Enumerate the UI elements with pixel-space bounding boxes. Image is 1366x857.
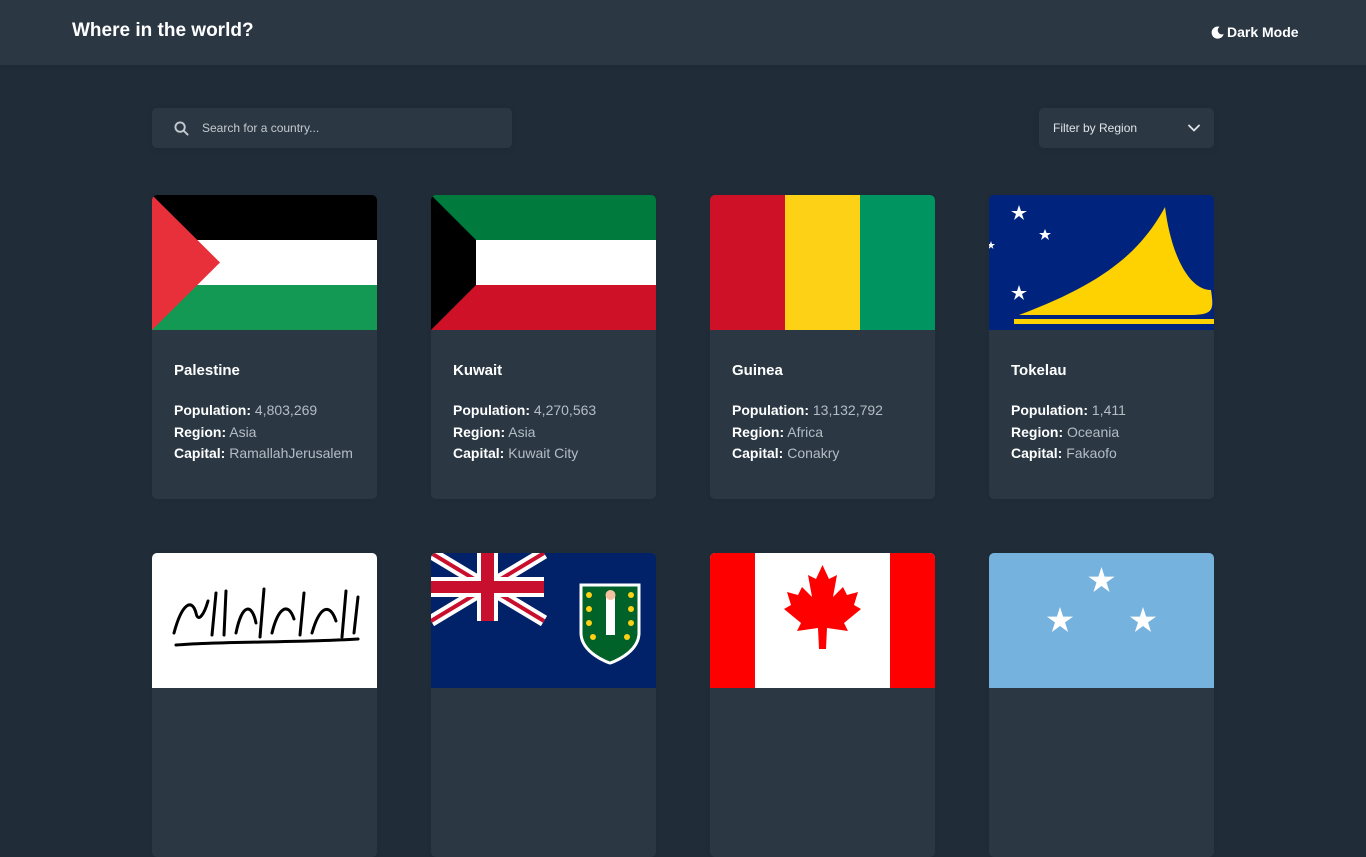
search-box: [152, 108, 512, 148]
kuwait-flag: [431, 195, 656, 330]
region-label: Region:: [174, 423, 227, 440]
capital-value: Conakry: [787, 445, 840, 461]
country-card-afghanistan[interactable]: [152, 553, 377, 857]
capital-label: Capital:: [174, 445, 226, 461]
country-name: Tokelau: [1011, 362, 1067, 379]
country-card-palestine[interactable]: Palestine Population: 4,803,269 Region: …: [152, 195, 377, 499]
afghanistan-flag: [152, 553, 377, 688]
population-label: Population:: [453, 402, 530, 418]
search-icon-wrap: [152, 108, 202, 148]
search-icon: [173, 120, 189, 136]
dark-mode-toggle[interactable]: Dark Mode: [1211, 22, 1299, 42]
population-value: 4,270,563: [533, 402, 597, 418]
moon-icon: [1211, 26, 1224, 39]
british-virgin-islands-flag: [431, 553, 656, 688]
app-title: Where in the world?: [72, 20, 254, 41]
population-label: Population:: [1011, 402, 1088, 418]
canada-flag: [710, 553, 935, 688]
population-label: Population:: [732, 402, 809, 418]
region-value: Africa: [787, 423, 824, 440]
capital-label: Capital:: [1011, 445, 1063, 461]
region-label: Region:: [1011, 423, 1064, 440]
population-label: Population:: [174, 402, 251, 418]
country-card-kuwait[interactable]: Kuwait Population: 4,270,563 Region: Asi…: [431, 195, 656, 499]
guinea-flag: [710, 195, 935, 330]
search-input[interactable]: [202, 108, 512, 148]
region-filter-label: Filter by Region: [1053, 121, 1138, 135]
region-filter-dropdown[interactable]: Filter by Region: [1039, 108, 1214, 148]
micronesia-flag: [989, 553, 1214, 688]
capital-value: RamallahJerusalem: [229, 445, 353, 461]
region-value: Asia: [508, 423, 536, 440]
region-label: Region:: [453, 423, 506, 440]
dark-mode-label: Dark Mode: [1227, 24, 1299, 40]
population-value: 1,411: [1091, 402, 1126, 418]
region-value: Oceania: [1067, 423, 1120, 440]
top-header: Where in the world? Dark Mode: [0, 0, 1366, 65]
region-label: Region:: [732, 423, 785, 440]
country-name: Guinea: [732, 362, 783, 379]
country-card-tokelau[interactable]: Tokelau Population: 1,411 Region: Oceani…: [989, 195, 1214, 499]
country-card-canada[interactable]: [710, 553, 935, 857]
country-card-guinea[interactable]: Guinea Population: 13,132,792 Region: Af…: [710, 195, 935, 499]
capital-label: Capital:: [732, 445, 784, 461]
region-value: Asia: [229, 423, 257, 440]
country-name: Palestine: [174, 362, 240, 379]
capital-label: Capital:: [453, 445, 505, 461]
country-card-micronesia[interactable]: [989, 553, 1214, 857]
palestine-flag: [152, 195, 377, 330]
population-value: 13,132,792: [812, 402, 883, 418]
population-value: 4,803,269: [254, 402, 318, 418]
chevron-down-icon: [1188, 124, 1200, 132]
capital-value: Kuwait City: [508, 445, 579, 461]
country-card-british-virgin-islands[interactable]: [431, 553, 656, 857]
capital-value: Fakaofo: [1066, 445, 1117, 461]
country-name: Kuwait: [453, 362, 503, 379]
tokelau-flag: [989, 195, 1214, 330]
